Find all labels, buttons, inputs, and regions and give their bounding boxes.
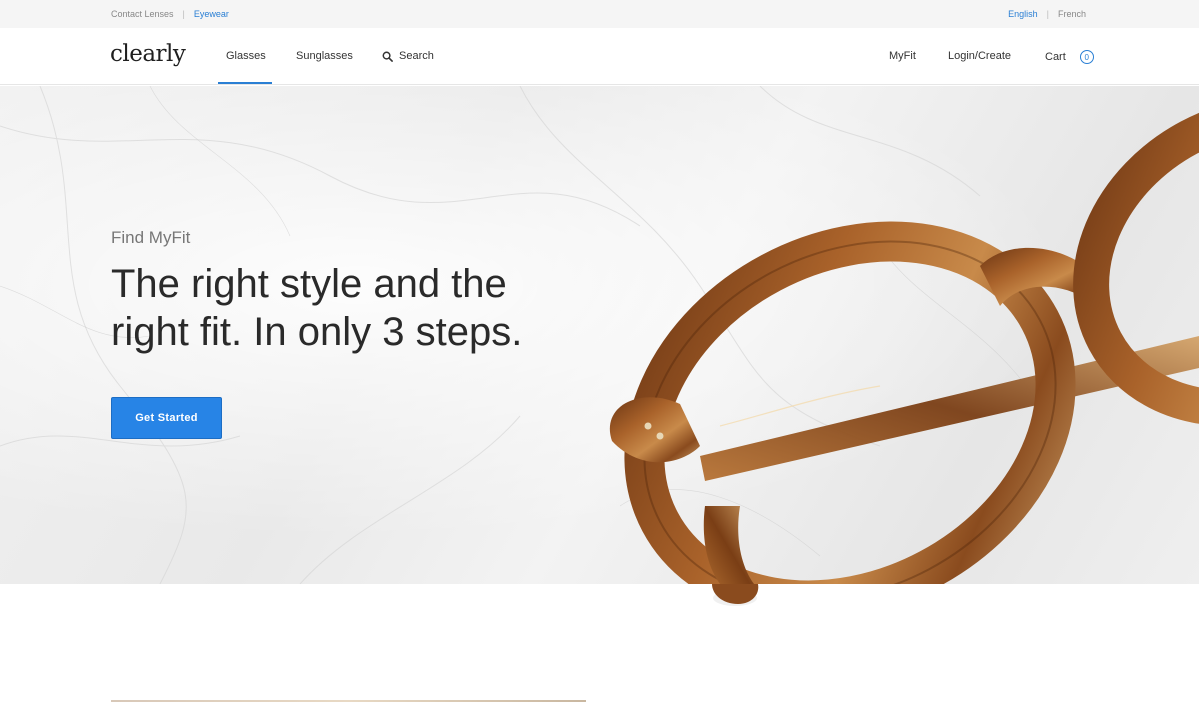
contact-lenses-link[interactable]: Contact Lenses <box>111 9 174 19</box>
nav-login-create[interactable]: Login/Create <box>948 50 1011 62</box>
active-tab-indicator <box>218 82 272 84</box>
cart-count-badge: 0 <box>1079 50 1094 64</box>
nav-myfit[interactable]: MyFit <box>889 50 916 62</box>
search-label: Search <box>399 50 434 62</box>
language-switcher: English | French <box>1008 9 1086 19</box>
search-icon <box>382 51 393 62</box>
category-switcher: Contact Lenses | Eyewear <box>111 9 229 19</box>
language-english[interactable]: English <box>1008 9 1038 19</box>
nav-sunglasses[interactable]: Sunglasses <box>296 50 353 62</box>
clearly-logo[interactable]: clearly <box>110 41 186 67</box>
separator: | <box>1046 9 1049 19</box>
hero-banner: Find MyFit The right style and the right… <box>0 86 1199 584</box>
content-section <box>0 584 1199 702</box>
eyewear-link[interactable]: Eyewear <box>194 9 229 19</box>
frame-tip-image <box>712 584 759 606</box>
cart-label: Cart <box>1045 51 1066 63</box>
nav-glasses[interactable]: Glasses <box>226 50 266 62</box>
language-french[interactable]: French <box>1058 9 1086 19</box>
nav-cart[interactable]: Cart 0 <box>1045 50 1094 64</box>
hero-title: The right style and the right fit. In on… <box>111 262 523 354</box>
separator: | <box>182 9 185 19</box>
nav-search[interactable]: Search <box>382 50 434 62</box>
hero-eyebrow: Find MyFit <box>111 228 191 247</box>
utility-bar: Contact Lenses | Eyewear English | Frenc… <box>0 0 1199 28</box>
get-started-button[interactable]: Get Started <box>111 397 222 439</box>
main-navigation: clearly Glasses Sunglasses Search MyFit … <box>0 28 1199 85</box>
